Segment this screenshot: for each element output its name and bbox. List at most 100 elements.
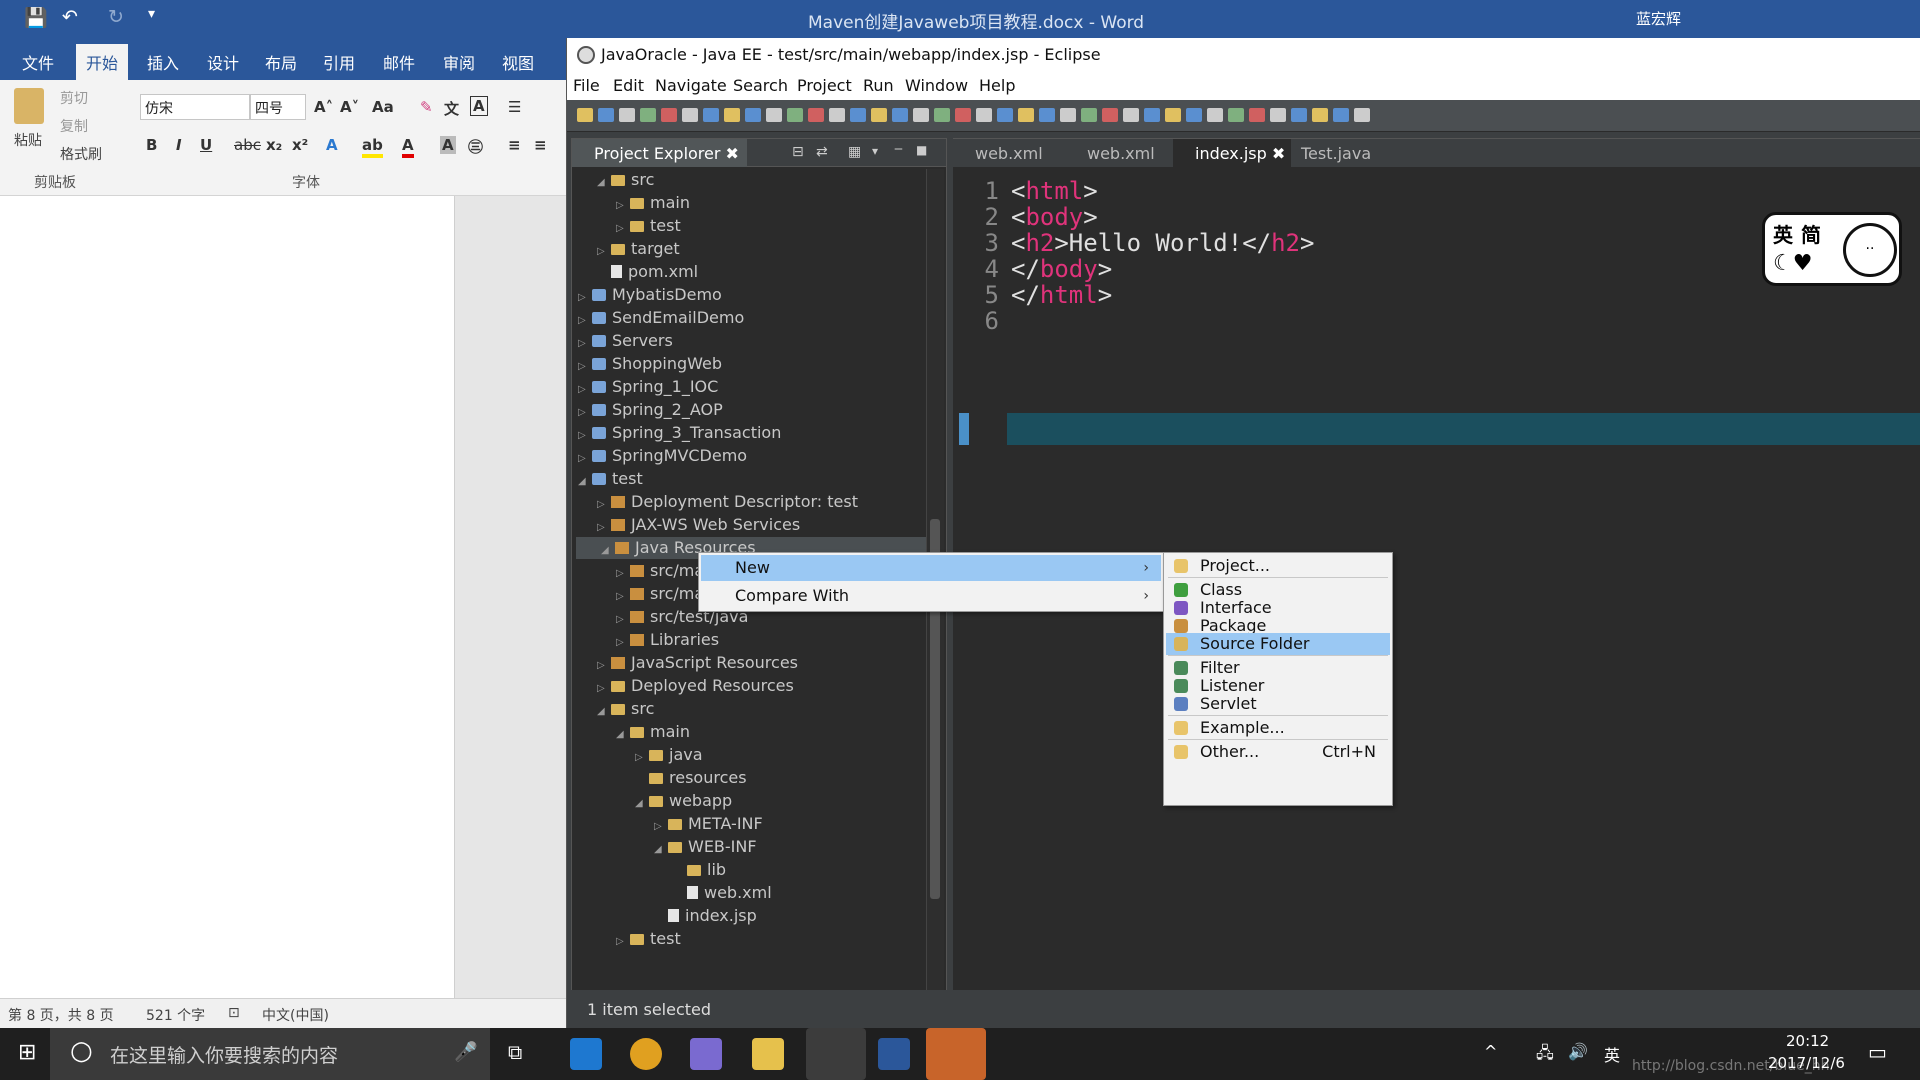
toolbar-button-icon[interactable]	[619, 108, 635, 122]
menu-run[interactable]: Run	[863, 76, 894, 95]
windows-start-icon[interactable]: ⊞	[18, 1040, 36, 1065]
word-tab-design[interactable]: 设计	[207, 50, 239, 74]
word-count[interactable]: 521 个字	[146, 1005, 205, 1025]
text-effects-icon[interactable]: A	[326, 136, 338, 154]
tree-item[interactable]: ◢ WEB-INF	[654, 836, 757, 858]
expand-toggle-icon[interactable]: ▷	[597, 655, 611, 677]
tree-item[interactable]: ▷ main	[616, 192, 690, 214]
expand-toggle-icon[interactable]: ◢	[578, 471, 592, 493]
tree-item[interactable]: ▷ Deployment Descriptor: test	[597, 491, 858, 513]
submenu-item-other[interactable]: Other... Ctrl+N	[1166, 741, 1390, 763]
expand-toggle-icon[interactable]: ▷	[578, 448, 592, 470]
menu-item-new[interactable]: New ›	[701, 555, 1161, 581]
toolbar-button-icon[interactable]	[1228, 108, 1244, 122]
undo-icon[interactable]: ↶	[62, 6, 78, 28]
minimize-icon[interactable]: ‒	[894, 141, 903, 157]
expand-toggle-icon[interactable]: ▷	[597, 517, 611, 539]
expand-toggle-icon[interactable]: ▷	[597, 494, 611, 516]
expand-toggle-icon[interactable]: ◢	[601, 540, 615, 562]
volume-icon[interactable]: 🔊	[1568, 1042, 1588, 1061]
expand-toggle-icon[interactable]: ▷	[578, 379, 592, 401]
tab-web-xml-2[interactable]: web.xml	[1065, 139, 1161, 167]
expand-toggle-icon[interactable]: ▷	[578, 287, 592, 309]
toolbar-button-icon[interactable]	[1354, 108, 1370, 122]
expand-toggle-icon[interactable]: ▷	[654, 816, 668, 838]
tree-item[interactable]: ▷ JavaScript Resources	[597, 652, 798, 674]
tree-item[interactable]: ▷ META-INF	[654, 813, 763, 835]
toolbar-button-icon[interactable]	[850, 108, 866, 122]
word-page[interactable]	[0, 196, 455, 998]
menu-project[interactable]: Project	[797, 76, 852, 95]
font-size-select[interactable]: 四号	[250, 94, 306, 120]
align-center-icon[interactable]: ≡	[534, 136, 547, 154]
subscript-icon[interactable]: x₂	[266, 136, 282, 154]
align-left-icon[interactable]: ≡	[508, 136, 521, 154]
phonetic-icon[interactable]: 文	[444, 98, 459, 119]
eclipse-taskbar-button[interactable]	[806, 1028, 866, 1080]
tree-item[interactable]: ▷ Deployed Resources	[597, 675, 794, 697]
underline-icon[interactable]: U	[200, 136, 212, 154]
menu-navigate[interactable]: Navigate	[655, 76, 727, 95]
ime-indicator[interactable]: 英	[1604, 1042, 1620, 1066]
toolbar-button-icon[interactable]	[724, 108, 740, 122]
toolbar-button-icon[interactable]	[997, 108, 1013, 122]
expand-toggle-icon[interactable]: ▷	[616, 586, 630, 608]
redo-icon[interactable]: ↻	[108, 6, 124, 28]
expand-toggle-icon[interactable]: ◢	[654, 839, 668, 861]
tab-project-explorer[interactable]: Project Explorer ✖	[572, 139, 747, 167]
strikethrough-icon[interactable]: abc	[234, 136, 261, 154]
expand-toggle-icon[interactable]: ▷	[597, 678, 611, 700]
tree-item[interactable]: ▷ SendEmailDemo	[578, 307, 744, 329]
toolbar-button-icon[interactable]	[1081, 108, 1097, 122]
toolbar-button-icon[interactable]	[934, 108, 950, 122]
expand-toggle-icon[interactable]: ◢	[597, 172, 611, 194]
link-editor-icon[interactable]: ⇄	[816, 144, 828, 160]
toolbar-button-icon[interactable]	[1165, 108, 1181, 122]
word-user-name[interactable]: 蓝宏辉	[1636, 8, 1681, 29]
toolbar-button-icon[interactable]	[577, 108, 593, 122]
tree-item[interactable]: ▷ MybatisDemo	[578, 284, 722, 306]
submenu-item-example[interactable]: Example...	[1166, 717, 1390, 739]
file-explorer-icon[interactable]	[752, 1038, 784, 1070]
highlight-icon[interactable]: ab	[362, 136, 383, 158]
toolbar-button-icon[interactable]	[1207, 108, 1223, 122]
expand-toggle-icon[interactable]: ◢	[635, 793, 649, 815]
proofing-icon[interactable]: ⊡	[228, 1005, 240, 1021]
tab-web-xml-1[interactable]: web.xml	[953, 139, 1049, 167]
tab-index-jsp[interactable]: index.jsp ✖	[1173, 139, 1292, 167]
toolbar-button-icon[interactable]	[1039, 108, 1055, 122]
code-line[interactable]: </body>	[1011, 255, 1112, 283]
expand-toggle-icon[interactable]: ◢	[597, 701, 611, 723]
char-border-icon[interactable]: A	[470, 96, 488, 116]
tree-item[interactable]: ◢ src	[597, 698, 654, 720]
toolbar-button-icon[interactable]	[976, 108, 992, 122]
clock-time[interactable]: 20:12	[1786, 1032, 1829, 1050]
task-view-icon[interactable]: ⧉	[508, 1040, 522, 1064]
expand-toggle-icon[interactable]: ▷	[616, 931, 630, 953]
toolbar-button-icon[interactable]	[913, 108, 929, 122]
tree-item[interactable]: ▷ test	[616, 928, 681, 950]
submenu-item-source-folder[interactable]: Source Folder	[1166, 633, 1390, 655]
tree-item[interactable]: ▷ src/ma	[616, 560, 704, 582]
tree-item[interactable]: ▷ java	[635, 744, 703, 766]
grow-font-icon[interactable]: A˄	[314, 98, 333, 116]
tree-item[interactable]: pom.xml	[597, 261, 698, 283]
tree-item[interactable]: ◢ src	[597, 169, 654, 191]
tree-item[interactable]: web.xml	[673, 882, 772, 904]
network-icon[interactable]: 🖧	[1536, 1042, 1554, 1069]
toolbar-button-icon[interactable]	[1333, 108, 1349, 122]
enclose-char-icon[interactable]: ㊂	[468, 136, 483, 157]
toolbar-button-icon[interactable]	[661, 108, 677, 122]
word-tab-review[interactable]: 审阅	[443, 50, 475, 74]
toolbar-button-icon[interactable]	[1060, 108, 1076, 122]
tree-item[interactable]: ▷ JAX-WS Web Services	[597, 514, 800, 536]
font-name-select[interactable]: 仿宋	[140, 94, 250, 120]
clear-format-icon[interactable]: ✎	[420, 98, 433, 116]
tree-item[interactable]: ▷ Spring_1_IOC	[578, 376, 718, 398]
word-tab-home[interactable]: 开始	[76, 44, 129, 80]
word-tab-view[interactable]: 视图	[502, 50, 534, 74]
toolbar-button-icon[interactable]	[808, 108, 824, 122]
filter-icon[interactable]: ▦	[848, 144, 861, 160]
expand-toggle-icon[interactable]: ▷	[616, 195, 630, 217]
chrome-icon[interactable]	[630, 1038, 662, 1070]
